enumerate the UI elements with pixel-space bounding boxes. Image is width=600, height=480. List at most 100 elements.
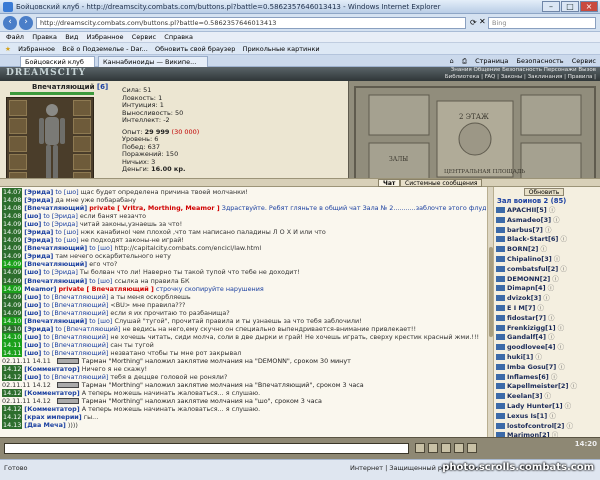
info-icon[interactable]: ⓘ <box>568 382 577 390</box>
user-name[interactable]: barbus <box>507 226 532 234</box>
chat-sender[interactable]: [Впечатляющий] <box>24 204 87 212</box>
belt-slot[interactable] <box>9 154 27 170</box>
chat-timestamp[interactable]: 14.09 <box>2 252 23 261</box>
user-list-item[interactable]: BORN[2] ⓘ <box>496 245 600 255</box>
tab-chat[interactable]: Чат <box>378 179 401 187</box>
armor-slot[interactable] <box>9 136 27 152</box>
user-name[interactable]: Chipalino <box>507 255 541 263</box>
user-name[interactable]: combatsful <box>507 265 548 273</box>
user-list-item[interactable]: fidostar[7] ⓘ <box>496 314 600 324</box>
user-name[interactable]: dvizok <box>507 294 531 302</box>
smiles-button[interactable] <box>428 443 438 453</box>
chat-timestamp[interactable]: 14.09 <box>2 228 23 237</box>
user-name[interactable]: Dimapn <box>507 284 535 292</box>
tab-combats[interactable]: Бойцовский клуб <box>20 56 95 67</box>
user-list-item[interactable]: Chipalino[3] ⓘ <box>496 255 600 265</box>
chat-sender[interactable]: [шо] <box>24 373 41 381</box>
chat-recipient[interactable]: to [шо] <box>89 317 112 325</box>
user-list-item[interactable]: combatsful[2] ⓘ <box>496 265 600 275</box>
chat-timestamp[interactable]: 14.11 <box>2 348 23 357</box>
back-button[interactable]: ‹ <box>3 16 17 30</box>
user-list-item[interactable]: Gandalf[4] ⓘ <box>496 333 600 343</box>
user-name[interactable]: Kapellmeister <box>507 382 558 390</box>
room-map[interactable]: 2 ЭТАЖ ЗАЛЫ ЦЕНТРАЛЬНАЯ ПЛОЩАДЬ <box>348 81 600 192</box>
chat-input[interactable] <box>4 443 409 454</box>
chat-sender[interactable]: [шо] <box>24 333 41 341</box>
fav-link[interactable]: Обновить свой браузер <box>155 43 235 54</box>
menu-edit[interactable]: Правка <box>32 32 57 43</box>
chat-recipient[interactable]: to [Впечатляющий] <box>43 349 108 357</box>
info-icon[interactable]: ⓘ <box>547 412 556 420</box>
info-icon[interactable]: ⓘ <box>551 216 560 224</box>
user-name[interactable]: Inflames <box>507 373 538 381</box>
refresh-icon[interactable]: ⟳ <box>470 18 477 27</box>
chat-timestamp[interactable]: 14.09 <box>2 300 23 309</box>
chat-sender[interactable]: [Комментатор] <box>24 365 79 373</box>
chat-timestamp[interactable]: 14.07 <box>2 188 23 197</box>
user-name[interactable]: lostofcontrol <box>507 422 554 430</box>
user-name[interactable]: DEMONN <box>507 275 540 283</box>
user-list-item[interactable]: Imba Gosu[7] ⓘ <box>496 363 600 373</box>
chat-sender[interactable]: [шо] <box>24 220 41 228</box>
info-icon[interactable]: ⓘ <box>533 353 542 361</box>
chat-recipient[interactable]: to [шо] <box>55 188 78 196</box>
private-recipients[interactable]: private [ Впечатляющий ] <box>58 285 153 293</box>
chat-sender[interactable]: [Впечатляющий] <box>24 260 87 268</box>
user-name[interactable]: APACHII <box>507 206 536 214</box>
chat-sender[interactable]: [Эрида] <box>24 252 53 260</box>
info-icon[interactable]: ⓘ <box>546 284 555 292</box>
refresh-button[interactable]: Обновить <box>524 188 564 196</box>
menu-favorites[interactable]: Избранное <box>87 32 124 43</box>
info-icon[interactable]: ⓘ <box>556 324 565 332</box>
info-icon[interactable]: ⓘ <box>552 255 561 263</box>
user-name[interactable]: Imba Gosu <box>507 363 546 371</box>
chat-recipient[interactable]: to [шо] <box>89 244 112 252</box>
chat-sender[interactable]: [Эрида] <box>24 196 53 204</box>
chat-timestamp[interactable]: 14.12 <box>2 413 23 422</box>
user-list-item[interactable]: Frenkizigg[1] ⓘ <box>496 324 600 334</box>
user-list-item[interactable]: dvizok[3] ⓘ <box>496 294 600 304</box>
amulet-slot[interactable] <box>73 118 91 134</box>
ring-slot[interactable] <box>73 136 91 152</box>
user-list-item[interactable]: Keelan[3] ⓘ <box>496 392 600 402</box>
user-list-item[interactable]: Black-Start[6] ⓘ <box>496 235 600 245</box>
user-list-item[interactable]: Kapellmeister[2] ⓘ <box>496 382 600 392</box>
chat-sender[interactable]: [Эрида] <box>24 188 53 196</box>
info-icon[interactable]: ⓘ <box>564 422 573 430</box>
user-list-item[interactable]: huki[1] ⓘ <box>496 353 600 363</box>
chat-timestamp[interactable]: 14.13 <box>2 421 23 430</box>
chat-recipient[interactable]: to [Впечатляющий] <box>43 333 108 341</box>
chat-sender[interactable]: [Впечатляющий] <box>24 244 87 252</box>
search-input[interactable]: Bing <box>488 17 596 29</box>
chat-sender[interactable]: [Эрида] <box>24 325 53 333</box>
chat-recipient[interactable]: to [Эрида] <box>43 220 77 228</box>
maximize-button[interactable]: □ <box>561 1 579 12</box>
chat-sender[interactable]: [шо] <box>24 293 41 301</box>
chat-sender[interactable]: [шо] <box>24 268 41 276</box>
user-name[interactable]: huki <box>507 353 523 361</box>
chat-timestamp[interactable]: 14.09 <box>2 244 23 253</box>
forward-button[interactable]: › <box>19 16 33 30</box>
character-name[interactable]: Впечатляющий <box>32 83 94 91</box>
print-icon[interactable]: ⎙ <box>462 57 467 65</box>
weapon-slot[interactable] <box>9 118 27 134</box>
cmd-tools[interactable]: Сервис <box>572 57 596 65</box>
close-window-button[interactable]: × <box>580 1 598 12</box>
user-name[interactable]: fidostar <box>507 314 536 322</box>
chat-timestamp[interactable]: 14.10 <box>2 332 23 341</box>
chat-recipient[interactable]: to [шо] <box>55 228 78 236</box>
url-input[interactable]: http://dreamscity.combats.com/buttons.pl… <box>36 17 466 29</box>
user-list-item[interactable]: DEMONN[2] ⓘ <box>496 275 600 285</box>
chat-timestamp[interactable]: 14.10 <box>2 316 23 325</box>
chat-timestamp[interactable]: 14.12 <box>2 365 23 374</box>
menu-view[interactable]: Вид <box>65 32 78 43</box>
chat-sender[interactable]: [шо] <box>24 212 41 220</box>
user-list-item[interactable]: barbus[7] ⓘ <box>496 226 600 236</box>
chat-recipient[interactable]: to [Впечатляющий] <box>43 301 108 309</box>
chat-timestamp[interactable]: 14.08 <box>2 204 23 213</box>
info-icon[interactable]: ⓘ <box>556 363 565 371</box>
info-icon[interactable]: ⓘ <box>558 235 567 243</box>
clear-button[interactable] <box>441 443 451 453</box>
info-icon[interactable]: ⓘ <box>543 226 552 234</box>
info-icon[interactable]: ⓘ <box>546 333 555 341</box>
